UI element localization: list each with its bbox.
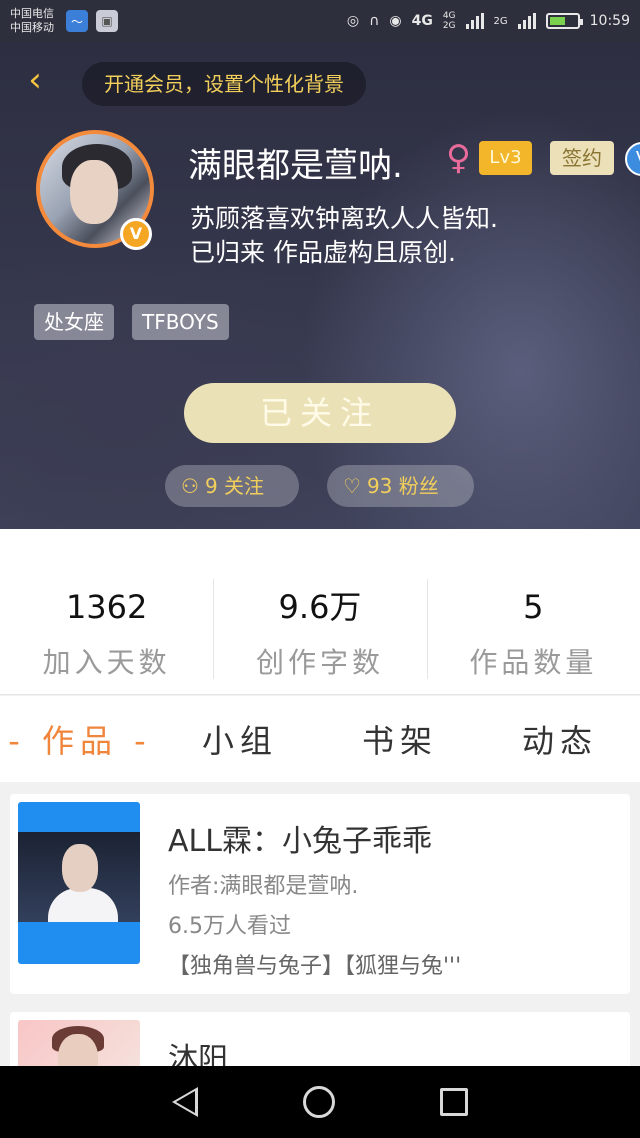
- heart-icon: ♡: [343, 474, 361, 498]
- stat-words: 9.6万 创作字数: [213, 529, 426, 694]
- stat-label: 作品数量: [469, 646, 598, 679]
- chevron-left-icon: ‹: [28, 60, 42, 100]
- stat-value: 5: [523, 588, 544, 626]
- stat-works: 5 作品数量: [426, 529, 640, 694]
- work-author: 作者:满眼都是萱呐.: [168, 874, 359, 899]
- clock: 10:59: [589, 13, 630, 29]
- stats-row: 1362 加入天数 9.6万 创作字数 5 作品数量: [0, 529, 640, 695]
- female-icon: ♀: [446, 138, 471, 178]
- work-title: 沐阳: [168, 1042, 228, 1066]
- headset-icon: ∩: [369, 13, 380, 29]
- bio: 苏顾落喜欢钟离玖人人皆知. 已归来 作品虚构且原创.: [190, 202, 498, 270]
- back-button[interactable]: ‹: [18, 60, 52, 100]
- eye-icon: ◉: [389, 13, 402, 29]
- network-type-small: 4G 2G: [442, 11, 456, 31]
- stat-label: 创作字数: [255, 646, 384, 679]
- level-badge[interactable]: Lv3: [479, 141, 532, 175]
- works-list: ALL霖：小兔子乖乖 作者:满眼都是萱呐. 6.5万人看过 【独角兽与兔子】【狐…: [0, 782, 640, 1066]
- nav-back-icon[interactable]: [172, 1087, 199, 1117]
- username: 满眼都是萱呐.: [188, 146, 403, 186]
- profile-tags: 处女座 TFBOYS: [34, 304, 229, 340]
- book-cover: [18, 802, 140, 964]
- carrier-2: 中国移动: [10, 21, 54, 34]
- profile-header: ‹ 开通会员，设置个性化背景 V 满眼都是萱呐. ♀ Lv3 签约 V 苏顾落喜…: [0, 42, 640, 529]
- nav-recent-apps-icon[interactable]: [439, 1088, 468, 1116]
- network-2g: 2G: [493, 15, 508, 27]
- carrier-names: 中国电信 中国移动: [10, 7, 54, 35]
- network-4g: 4G: [411, 13, 433, 29]
- stat-label: 加入天数: [42, 646, 171, 679]
- work-views: 6.5万人看过: [168, 914, 291, 939]
- tag-zodiac[interactable]: 处女座: [34, 304, 114, 340]
- verify-icon[interactable]: V: [625, 142, 640, 176]
- hd-call-icon: ◎: [346, 13, 360, 29]
- system-nav-bar: [0, 1066, 640, 1138]
- health-app-icon: 〜: [66, 10, 88, 32]
- status-bar: 中国电信 中国移动 〜 ▣ ◎ ∩ ◉ 4G 4G 2G 2G 10:59: [0, 0, 640, 42]
- photo-app-icon: ▣: [96, 10, 118, 32]
- stat-value: 1362: [65, 588, 148, 626]
- bio-line-1: 苏顾落喜欢钟离玖人人皆知.: [190, 204, 498, 233]
- follow-button[interactable]: 已关注: [184, 383, 456, 443]
- book-cover: [18, 1020, 140, 1066]
- bio-line-2: 已归来 作品虚构且原创.: [190, 238, 456, 267]
- battery-icon: [545, 13, 583, 29]
- carrier-1: 中国电信: [10, 7, 54, 20]
- tab-bookshelf[interactable]: 书架: [320, 716, 480, 762]
- stat-days: 1362 加入天数: [0, 529, 213, 694]
- stat-value: 9.6万: [278, 588, 362, 626]
- tab-activity[interactable]: 动态: [480, 716, 640, 762]
- signal-icon-2: [517, 13, 536, 29]
- tab-groups[interactable]: 小组: [160, 716, 320, 762]
- tab-bar: - 作品 - 小组 书架 动态: [0, 696, 640, 782]
- work-tags: 【独角兽与兔子】【狐狸与兔''': [168, 954, 462, 979]
- fans-count: 93 粉丝: [366, 474, 439, 498]
- signal-icon: [465, 13, 484, 29]
- list-item[interactable]: ALL霖：小兔子乖乖 作者:满眼都是萱呐. 6.5万人看过 【独角兽与兔子】【狐…: [10, 794, 630, 994]
- list-item[interactable]: 沐阳: [10, 1012, 630, 1066]
- nav-home-icon[interactable]: [302, 1086, 335, 1118]
- following-count: 9 关注: [204, 474, 265, 498]
- tag-fandom[interactable]: TFBOYS: [132, 304, 229, 340]
- vip-banner[interactable]: 开通会员，设置个性化背景: [82, 62, 366, 106]
- verified-badge-icon: V: [120, 218, 152, 250]
- tab-works[interactable]: - 作品 -: [0, 716, 160, 762]
- following-button[interactable]: ⚇ 9 关注: [165, 465, 299, 507]
- work-title: ALL霖：小兔子乖乖: [168, 824, 432, 859]
- signed-badge[interactable]: 签约: [550, 141, 614, 175]
- person-add-icon: ⚇: [181, 474, 199, 498]
- fans-button[interactable]: ♡ 93 粉丝: [327, 465, 474, 507]
